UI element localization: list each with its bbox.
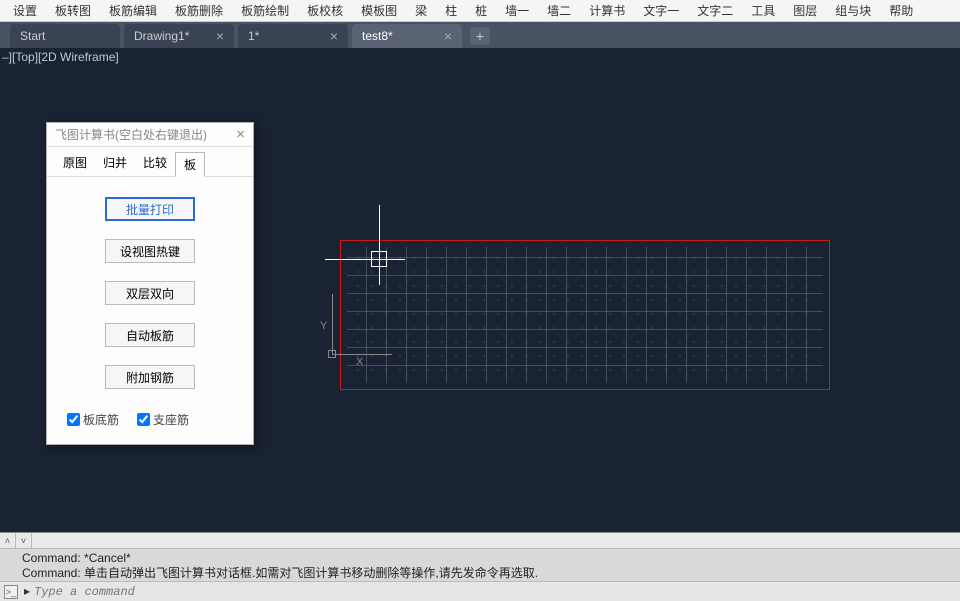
menu-item[interactable]: 计算书	[580, 2, 634, 19]
dialog-action-button[interactable]: 双层双向	[105, 281, 195, 305]
menu-item[interactable]: 柱	[436, 2, 466, 19]
menu-item[interactable]: 板筋删除	[166, 2, 232, 19]
ucs-y-label: Y	[320, 320, 327, 332]
menu-item[interactable]: 墙一	[496, 2, 538, 19]
scroll-up-icon[interactable]: ˄	[0, 533, 16, 548]
menu-item[interactable]: 帮助	[880, 2, 922, 19]
menu-item[interactable]: 墙二	[538, 2, 580, 19]
command-history: Command: *Cancel* Command: 单击自动弹出飞图计算书对话…	[0, 549, 960, 581]
scroll-track[interactable]	[32, 533, 960, 548]
document-tab[interactable]: 1* ×	[238, 24, 348, 48]
tab-label: Start	[20, 29, 45, 43]
command-area: ˄ ˅ Command: *Cancel* Command: 单击自动弹出飞图计…	[0, 532, 960, 600]
dialog-action-button[interactable]: 设视图热键	[105, 239, 195, 263]
dialog-tab-row: 原图归并比较板	[47, 147, 253, 177]
dialog-action-button[interactable]: 自动板筋	[105, 323, 195, 347]
command-scroll-bar: ˄ ˅	[0, 533, 960, 549]
document-tab[interactable]: Drawing1* ×	[124, 24, 234, 48]
dialog-body: 批量打印设视图热键双层双向自动板筋附加钢筋板底筋 支座筋	[47, 177, 253, 444]
main-menu-bar: 设置板转图板筋编辑板筋删除板筋绘制板校核模板图梁柱桩墙一墙二计算书文字一文字二工…	[0, 0, 960, 22]
dialog-action-button[interactable]: 批量打印	[105, 197, 195, 221]
tab-close-icon[interactable]: ×	[330, 28, 338, 44]
command-history-line-1: Command: *Cancel*	[22, 551, 954, 566]
menu-item[interactable]: 图层	[784, 2, 826, 19]
dialog-tab[interactable]: 比较	[135, 151, 175, 176]
tab-close-icon[interactable]: ×	[444, 28, 452, 44]
menu-item[interactable]: 设置	[4, 2, 46, 19]
tab-label: test8*	[362, 29, 393, 43]
menu-item[interactable]: 桩	[466, 2, 496, 19]
menu-item[interactable]: 梁	[406, 2, 436, 19]
checkbox-label[interactable]: 板底筋	[67, 411, 119, 428]
menu-item[interactable]: 板筋绘制	[232, 2, 298, 19]
drawing-viewport[interactable]: –][Top][2D Wireframe] Y X 飞图计算书(空白处右键退出)…	[0, 48, 960, 532]
checkbox-input[interactable]	[67, 413, 80, 426]
floor-plan-drawing	[340, 240, 830, 390]
checkbox-input[interactable]	[137, 413, 150, 426]
scroll-down-icon[interactable]: ˅	[16, 533, 32, 548]
viewport-mode-label[interactable]: –][Top][2D Wireframe]	[2, 50, 119, 64]
menu-item[interactable]: 文字一	[634, 2, 688, 19]
command-caret-icon: ▸	[24, 584, 30, 599]
command-input-row: >_ ▸	[0, 581, 960, 601]
menu-item[interactable]: 工具	[742, 2, 784, 19]
menu-item[interactable]: 文字二	[688, 2, 742, 19]
tab-label: 1*	[248, 29, 259, 43]
tab-close-icon[interactable]: ×	[216, 28, 224, 44]
dialog-close-icon[interactable]: ×	[236, 126, 245, 143]
menu-item[interactable]: 板筋编辑	[100, 2, 166, 19]
command-prompt-icon[interactable]: >_	[4, 585, 18, 599]
command-history-line-2: Command: 单击自动弹出飞图计算书对话框.如需对飞图计算书移动删除等操作,…	[22, 566, 954, 581]
command-input[interactable]	[34, 585, 956, 599]
menu-item[interactable]: 组与块	[826, 2, 880, 19]
dialog-tab[interactable]: 归并	[95, 151, 135, 176]
document-tab[interactable]: Start	[10, 24, 120, 48]
dialog-tab[interactable]: 板	[175, 152, 205, 177]
dialog-tab[interactable]: 原图	[55, 151, 95, 176]
dialog-titlebar[interactable]: 飞图计算书(空白处右键退出) ×	[47, 123, 253, 147]
feitu-calc-dialog: 飞图计算书(空白处右键退出) × 原图归并比较板 批量打印设视图热键双层双向自动…	[46, 122, 254, 445]
new-tab-button[interactable]: +	[470, 27, 490, 45]
document-tab[interactable]: test8* ×	[352, 24, 462, 48]
checkbox-label[interactable]: 支座筋	[137, 411, 189, 428]
dialog-action-button[interactable]: 附加钢筋	[105, 365, 195, 389]
menu-item[interactable]: 板转图	[46, 2, 100, 19]
document-tab-bar: Start Drawing1* × 1* × test8* × +	[0, 22, 960, 48]
menu-item[interactable]: 板校核	[298, 2, 352, 19]
menu-item[interactable]: 模板图	[352, 2, 406, 19]
checkbox-row: 板底筋 支座筋	[61, 407, 239, 430]
tab-label: Drawing1*	[134, 29, 189, 43]
dialog-title-text: 飞图计算书(空白处右键退出)	[55, 126, 207, 143]
